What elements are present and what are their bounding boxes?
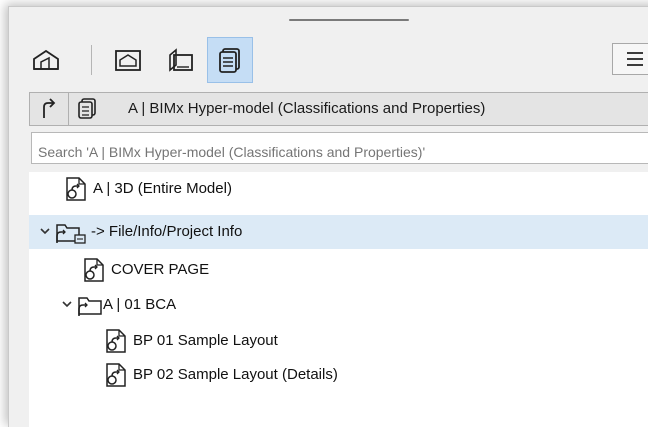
tree-item-cover-page[interactable]: COVER PAGE <box>29 253 648 287</box>
tree-item-label: BP 02 Sample Layout (Details) <box>133 366 338 383</box>
publisher-set-bar: A | BIMx Hyper-model (Classifications an… <box>29 92 648 126</box>
toolbar-separator <box>91 45 92 75</box>
layout-book-icon <box>165 47 195 73</box>
view-map-button[interactable] <box>105 37 151 83</box>
hamburger-menu-icon <box>625 51 645 67</box>
panel-drag-handle[interactable] <box>289 19 409 21</box>
options-menu-button[interactable] <box>612 43 648 75</box>
publisher-tree: A | 3D (Entire Model) -> File/Info/Proje… <box>29 172 648 427</box>
tree-item-label: BP 01 Sample Layout <box>133 332 278 349</box>
chevron-down-icon[interactable] <box>39 225 51 237</box>
tree-item-bp-02-sample-layout-details[interactable]: BP 02 Sample Layout (Details) <box>29 358 648 392</box>
go-up-icon <box>39 98 59 120</box>
chevron-down-icon[interactable] <box>61 298 73 310</box>
tree-item-label: A | 01 BCA <box>103 296 177 313</box>
project-map-button[interactable] <box>23 37 69 83</box>
publisher-sets-button[interactable] <box>207 37 253 83</box>
publisher-sets-icon <box>215 46 245 74</box>
view-map-icon <box>113 47 143 73</box>
navigator-toolbar <box>9 31 648 87</box>
tree-item-project-info-folder[interactable]: -> File/Info/Project Info <box>29 215 648 249</box>
linked-folder-icon <box>75 292 103 318</box>
view-document-icon <box>61 176 89 202</box>
go-up-button[interactable] <box>30 93 69 125</box>
tree-item-01-bca-folder[interactable]: A | 01 BCA <box>29 288 648 322</box>
view-document-icon <box>79 257 107 283</box>
tree-item-label: A | 3D (Entire Model) <box>93 180 232 197</box>
layout-book-button[interactable] <box>157 37 203 83</box>
search-input[interactable] <box>31 132 648 164</box>
view-document-icon <box>101 362 129 388</box>
linked-folder-icon <box>53 219 86 245</box>
tree-item-label: COVER PAGE <box>111 261 210 278</box>
tree-item-label: -> File/Info/Project Info <box>91 223 243 240</box>
view-document-icon <box>101 328 129 354</box>
project-map-icon <box>31 47 61 73</box>
navigator-panel: A | BIMx Hyper-model (Classifications an… <box>8 6 648 427</box>
tree-item-3d-entire-model[interactable]: A | 3D (Entire Model) <box>29 172 648 206</box>
tree-item-bp-01-sample-layout[interactable]: BP 01 Sample Layout <box>29 324 648 358</box>
publisher-set-icon <box>76 98 98 120</box>
publisher-set-title: A | BIMx Hyper-model (Classifications an… <box>128 100 486 117</box>
